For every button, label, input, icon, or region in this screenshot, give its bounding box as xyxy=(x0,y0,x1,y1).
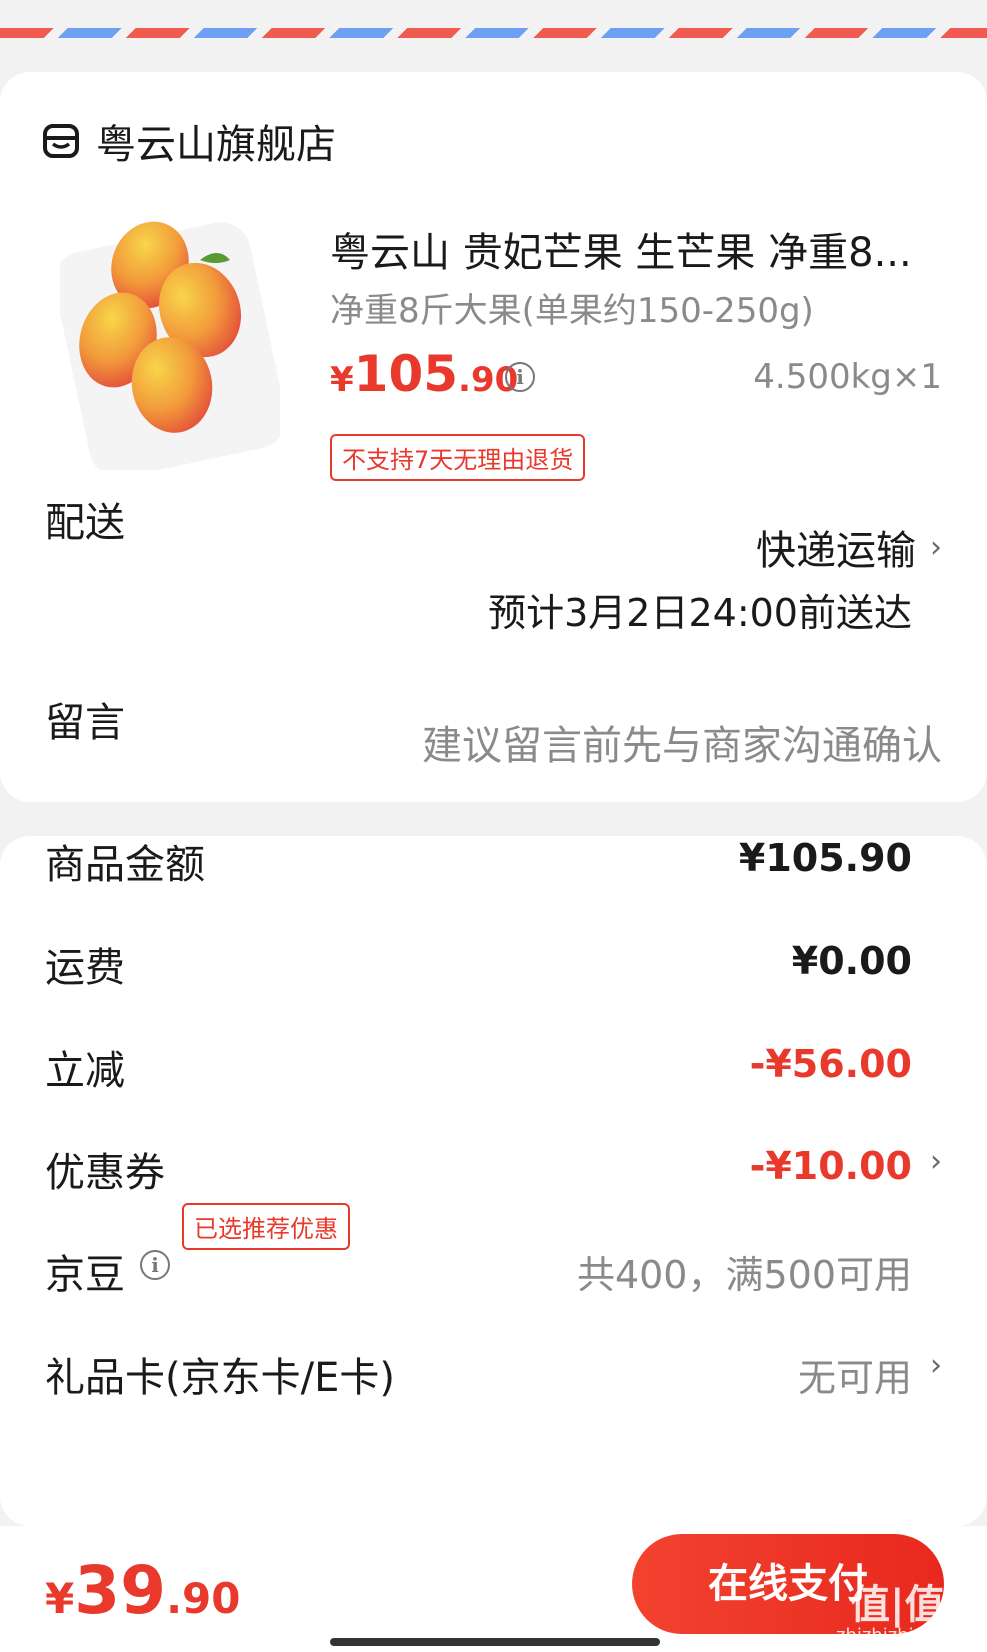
total-integer: 39 xyxy=(74,1552,167,1629)
watermark-url: zhizhizhi.com xyxy=(836,1625,958,1646)
discount-value: -¥56.00 xyxy=(749,1042,912,1086)
goods-amount-value: ¥105.90 xyxy=(738,836,912,880)
giftcard-value[interactable]: 无可用 xyxy=(798,1347,912,1402)
message-input[interactable] xyxy=(382,723,942,769)
price-integer: 105 xyxy=(353,345,459,403)
store-header[interactable]: 粤云山旗舰店 xyxy=(42,112,336,170)
shipping-value: ¥0.00 xyxy=(791,939,912,983)
delivery-label: 配送 xyxy=(45,500,125,546)
jd-beans-info-icon[interactable]: i xyxy=(140,1250,170,1280)
total-price: ¥ 39 .90 xyxy=(45,1552,241,1629)
product-price: ¥ 105 .90 xyxy=(330,345,518,403)
chevron-right-icon[interactable]: › xyxy=(930,1144,942,1179)
coupon-label: 优惠券 xyxy=(45,1150,165,1196)
jd-beans-value: 共400，满500可用 xyxy=(576,1253,912,1297)
message-label: 留言 xyxy=(45,700,125,746)
store-name: 粤云山旗舰店 xyxy=(96,122,336,168)
goods-amount-label: 商品金额 xyxy=(45,842,205,888)
product-quantity: 4.500kg×1 xyxy=(753,357,942,397)
delivery-method-selector[interactable]: 快递运输 › xyxy=(756,518,942,576)
delivery-method: 快递运输 xyxy=(756,528,916,574)
product-title[interactable]: 粤云山 贵妃芒果 生芒果 净重8... xyxy=(330,220,950,278)
price-currency: ¥ xyxy=(330,360,354,400)
store-icon xyxy=(43,124,79,158)
product-spec: 净重8斤大果(单果约150-250g) xyxy=(330,291,814,331)
total-decimal: .90 xyxy=(166,1574,241,1623)
no-return-tag: 不支持7天无理由退货 xyxy=(330,434,586,481)
giftcard-label: 礼品卡(京东卡/E卡) xyxy=(45,1355,395,1401)
jd-beans-label: 京豆 xyxy=(45,1252,125,1298)
chevron-right-icon[interactable]: › xyxy=(930,1348,942,1383)
coupon-value[interactable]: -¥10.00 xyxy=(750,1144,912,1188)
shipping-label: 运费 xyxy=(45,945,125,991)
delivery-eta: 预计3月2日24:00前送达 xyxy=(488,591,912,635)
coupon-recommended-badge: 已选推荐优惠 xyxy=(182,1203,350,1250)
chevron-right-icon: › xyxy=(930,529,942,565)
discount-label: 立减 xyxy=(45,1048,125,1094)
total-currency: ¥ xyxy=(45,1574,75,1623)
product-image[interactable] xyxy=(60,220,280,470)
price-info-icon[interactable]: i xyxy=(505,362,535,392)
airmail-stripe xyxy=(0,28,987,38)
home-indicator[interactable] xyxy=(330,1638,660,1646)
